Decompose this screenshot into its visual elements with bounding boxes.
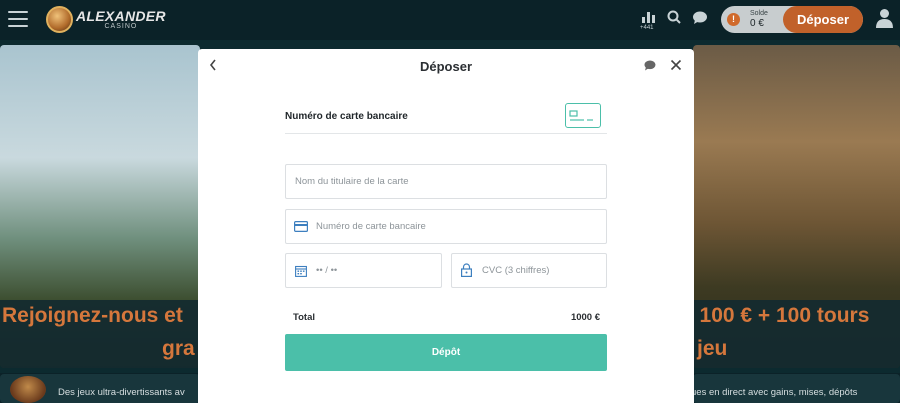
menu-icon[interactable] bbox=[8, 11, 28, 28]
feature-avatar bbox=[10, 376, 46, 403]
card-icon[interactable] bbox=[565, 103, 601, 128]
feature-text-right: ues en direct avec gains, mises, dépôts bbox=[691, 387, 858, 398]
top-navbar: ALEXANDER CASINO +441 ! Solde 0 € Dépose… bbox=[0, 0, 900, 40]
cardholder-field[interactable] bbox=[285, 164, 607, 199]
balance-widget[interactable]: ! Solde 0 € Déposer bbox=[721, 6, 863, 33]
user-icon[interactable] bbox=[876, 8, 893, 28]
promo-text-left-1: Rejoignez-nous et bbox=[2, 304, 183, 327]
chat-icon[interactable] bbox=[692, 11, 708, 25]
cvc-input[interactable] bbox=[482, 254, 602, 287]
lock-icon bbox=[461, 263, 472, 277]
divider bbox=[285, 133, 607, 134]
logo-subtitle: CASINO bbox=[104, 22, 138, 30]
expiry-field[interactable] bbox=[285, 253, 442, 288]
logo-emblem bbox=[46, 5, 73, 33]
card-icon bbox=[294, 221, 308, 232]
expiry-input[interactable] bbox=[316, 254, 436, 287]
promo-text-right-1: à 100 € + 100 tours bbox=[682, 304, 870, 327]
card-number-field[interactable] bbox=[285, 209, 607, 244]
promo-text-right-2: jeu bbox=[697, 337, 728, 360]
deposit-button[interactable]: Déposer bbox=[783, 6, 863, 33]
payment-method-label: Numéro de carte bancaire bbox=[285, 111, 408, 122]
chat-icon[interactable] bbox=[644, 60, 656, 71]
calendar-icon bbox=[295, 265, 307, 277]
deposit-modal: Déposer Numéro de carte bancaire Nom du … bbox=[198, 49, 694, 403]
total-value: 1000 € bbox=[570, 312, 600, 323]
stats-icon[interactable]: +441 bbox=[640, 9, 658, 31]
stats-count: +441 bbox=[640, 25, 654, 31]
alert-icon: ! bbox=[727, 13, 740, 26]
total-label: Total bbox=[293, 312, 315, 323]
cvc-field[interactable] bbox=[451, 253, 607, 288]
card-number-input[interactable] bbox=[316, 210, 596, 243]
close-icon[interactable] bbox=[670, 59, 682, 71]
promo-text-left-2: gra bbox=[162, 337, 195, 360]
search-icon[interactable] bbox=[667, 10, 681, 24]
deposit-submit-button[interactable]: Dépôt bbox=[285, 334, 607, 371]
modal-title: Déposer bbox=[419, 59, 473, 74]
balance-label: Solde bbox=[750, 10, 768, 17]
feature-text-left: Des jeux ultra-divertissants av bbox=[58, 387, 185, 398]
casino-logo[interactable]: ALEXANDER CASINO bbox=[46, 4, 166, 34]
cardholder-input[interactable] bbox=[295, 165, 595, 198]
logo-title: ALEXANDER bbox=[76, 7, 166, 24]
balance-value: 0 € bbox=[750, 18, 764, 29]
